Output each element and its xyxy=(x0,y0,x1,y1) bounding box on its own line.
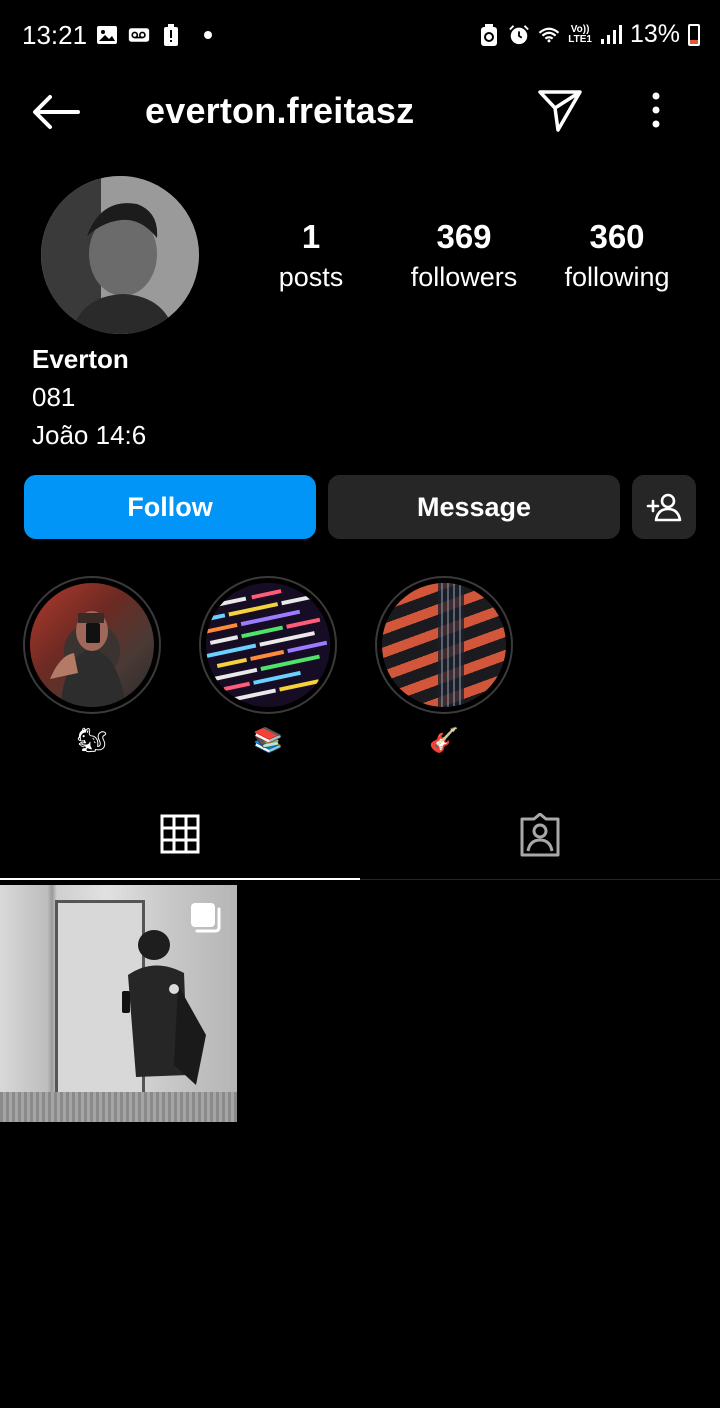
add-person-icon xyxy=(646,493,682,522)
profile-tabs xyxy=(0,790,720,880)
post-photo-floor xyxy=(0,1092,237,1122)
status-left-icons xyxy=(96,24,212,46)
highlight-label: 🎸 xyxy=(429,726,459,754)
more-options-button[interactable] xyxy=(640,90,672,130)
alarm-icon xyxy=(508,24,530,46)
dot-icon xyxy=(204,31,212,39)
post-thumbnail[interactable] xyxy=(0,885,237,1122)
paper-plane-icon xyxy=(538,90,582,132)
image-icon xyxy=(96,24,118,46)
battery-percent: 13% xyxy=(629,20,680,48)
voicemail-icon xyxy=(128,24,150,46)
vertical-dots-icon xyxy=(652,92,660,128)
bio-line-1: 081 xyxy=(32,382,76,412)
highlight-cover xyxy=(382,583,506,707)
grid-icon xyxy=(160,814,200,854)
direct-message-button[interactable] xyxy=(536,86,584,134)
stat-followers[interactable]: 369 followers xyxy=(398,218,530,293)
bio-line-2: João 14:6 xyxy=(32,420,147,450)
alert-battery-icon xyxy=(160,24,182,46)
story-highlight[interactable]: 📚 xyxy=(199,576,337,754)
wifi-icon xyxy=(538,24,560,46)
status-time: 13:21 xyxy=(22,20,88,50)
highlight-cover xyxy=(206,583,330,707)
highlight-ring xyxy=(199,576,337,714)
avatar-photo xyxy=(41,176,199,334)
post-photo-person xyxy=(122,930,206,1085)
story-highlight[interactable]: 🐿 xyxy=(23,576,161,754)
battery-icon xyxy=(688,23,700,46)
bio-name: Everton xyxy=(32,344,129,374)
status-right-icons: Vo)) LTE1 13% xyxy=(478,20,700,49)
stat-posts[interactable]: 1 posts xyxy=(262,218,360,293)
network-volte: Vo)) xyxy=(570,23,590,35)
highlight-cover xyxy=(30,583,154,707)
story-highlight[interactable]: 🎸 xyxy=(375,576,513,754)
posts-count: 1 xyxy=(301,218,321,255)
suggest-users-button[interactable] xyxy=(632,475,696,539)
carousel-icon xyxy=(191,903,221,933)
recycle-icon xyxy=(478,23,500,46)
highlight-ring xyxy=(375,576,513,714)
following-count: 360 xyxy=(589,218,645,255)
network-lte: LTE1 xyxy=(568,33,592,45)
signal-icon xyxy=(600,24,622,46)
follow-button[interactable]: Follow xyxy=(24,475,316,539)
message-button[interactable]: Message xyxy=(328,475,620,539)
network-type: Vo)) LTE1 xyxy=(568,23,592,45)
page-title: everton.freitasz xyxy=(145,90,415,131)
profile-header: everton.freitasz xyxy=(0,74,720,148)
followers-label: followers xyxy=(410,262,518,292)
following-label: following xyxy=(564,262,670,292)
tab-tagged[interactable] xyxy=(360,790,720,880)
highlight-ring xyxy=(23,576,161,714)
highlight-label: 📚 xyxy=(253,726,283,754)
highlight-label: 🐿 xyxy=(76,726,108,754)
status-bar: 13:21 Vo)) LTE1 13% xyxy=(0,0,720,74)
tab-posts-grid[interactable] xyxy=(0,790,360,880)
tagged-person-icon xyxy=(520,813,560,857)
arrow-left-icon xyxy=(33,95,80,129)
posts-label: posts xyxy=(278,262,344,292)
bio: Everton 081 João 14:6 xyxy=(32,344,146,458)
back-button[interactable] xyxy=(30,92,82,132)
followers-count: 369 xyxy=(436,218,492,255)
stat-following[interactable]: 360 following xyxy=(552,218,682,293)
avatar[interactable] xyxy=(41,176,199,334)
